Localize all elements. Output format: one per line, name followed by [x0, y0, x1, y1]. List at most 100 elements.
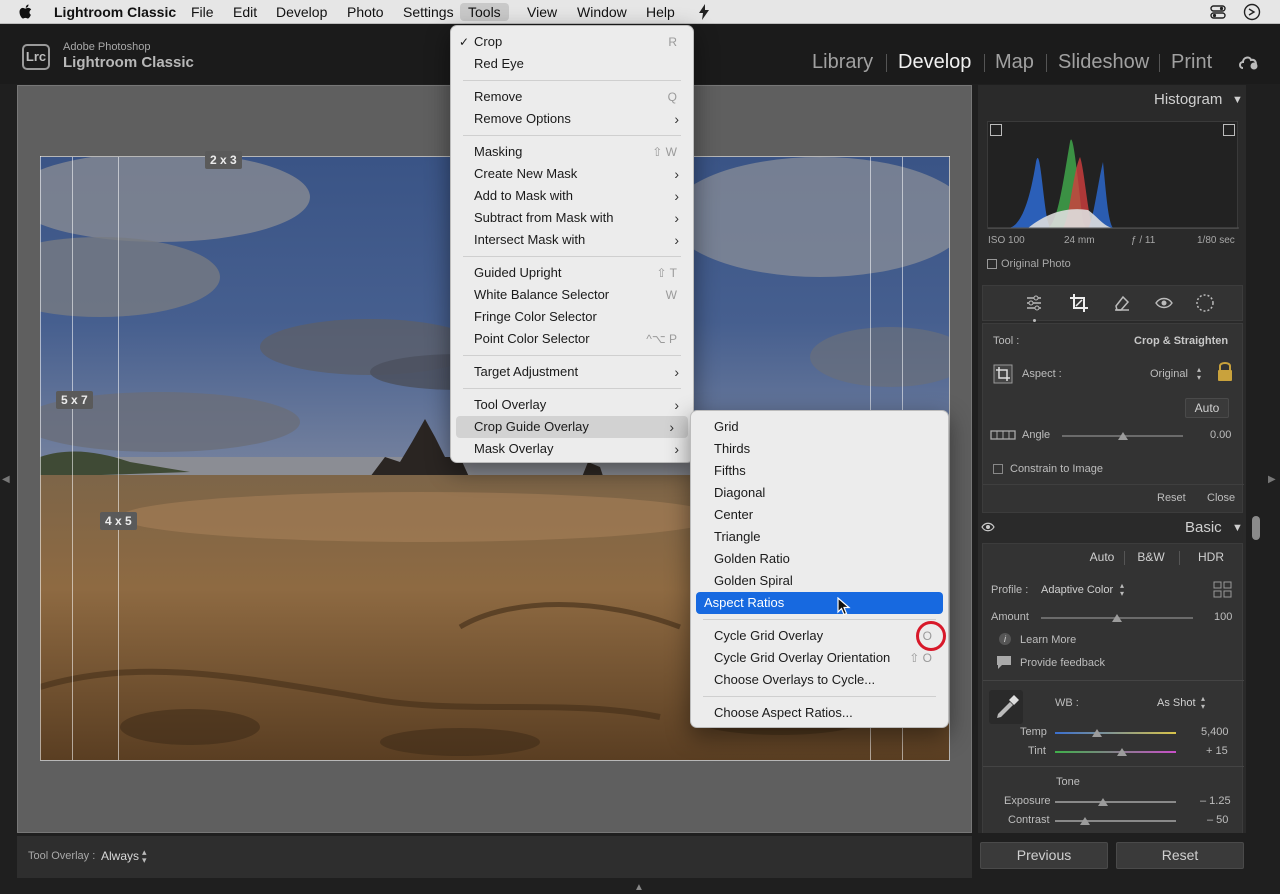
profile-stepper-icon[interactable]: ▴ ▾ — [1120, 582, 1124, 598]
histogram-title[interactable]: Histogram — [1154, 91, 1222, 108]
menu-item-grid[interactable]: Grid — [691, 416, 948, 438]
menu-item-mask-overlay[interactable]: Mask Overlay › — [451, 438, 693, 460]
menu-item-intersect-mask-with[interactable]: Intersect Mask with › — [451, 229, 693, 251]
temp-value[interactable]: 5,400 — [1201, 726, 1229, 738]
menu-item-fringe-color-selector[interactable]: Fringe Color Selector — [451, 306, 693, 328]
angle-slider-thumb[interactable] — [1117, 432, 1128, 440]
menu-item-guided-upright[interactable]: Guided Upright ⇧ T — [451, 262, 693, 284]
wb-stepper-icon[interactable]: ▴ ▾ — [1201, 695, 1205, 711]
menu-item-cycle-grid-overlay[interactable]: Cycle Grid Overlay O — [691, 625, 948, 647]
exposure-slider-thumb[interactable] — [1098, 798, 1109, 806]
crop-frame-bottom[interactable] — [40, 760, 950, 761]
menu-item-masking[interactable]: Masking ⇧ W — [451, 141, 693, 163]
previous-button[interactable]: Previous — [980, 842, 1108, 869]
menu-edit[interactable]: Edit — [227, 3, 263, 21]
tint-slider-track[interactable] — [1055, 751, 1176, 753]
menu-item-aspect-ratios[interactable]: Aspect Ratios — [696, 592, 943, 614]
module-map[interactable]: Map — [995, 51, 1034, 74]
exposure-slider-track[interactable] — [1055, 801, 1176, 803]
menu-item-diagonal[interactable]: Diagonal — [691, 482, 948, 504]
panel-visibility-eye-icon[interactable] — [981, 521, 995, 533]
profile-select[interactable]: Adaptive Color — [1041, 584, 1113, 596]
edit-sliders-icon[interactable] — [1025, 294, 1043, 312]
menu-item-add-to-mask-with[interactable]: Add to Mask with › — [451, 185, 693, 207]
basic-auto-button[interactable]: Auto — [1085, 548, 1119, 568]
shadow-clipping-toggle-icon[interactable] — [990, 124, 1002, 136]
menu-item-remove[interactable]: Remove Q — [451, 86, 693, 108]
menu-item-white-balance-selector[interactable]: White Balance Selector W — [451, 284, 693, 306]
collapse-triangle-icon[interactable]: ▼ — [1232, 522, 1243, 534]
remove-tool-icon[interactable] — [1113, 294, 1131, 312]
menu-item-crop[interactable]: Crop ✓ R — [451, 31, 693, 53]
crop-tool-icon[interactable] — [1069, 293, 1089, 313]
tint-slider-thumb[interactable] — [1116, 748, 1127, 756]
menu-item-golden-ratio[interactable]: Golden Ratio — [691, 548, 948, 570]
exposure-value[interactable]: – 1.25 — [1200, 795, 1231, 807]
highlight-clipping-toggle-icon[interactable] — [1223, 124, 1235, 136]
crop-frame-tool-icon[interactable] — [993, 364, 1013, 384]
angle-value[interactable]: 0.00 — [1210, 429, 1231, 441]
histogram-chart[interactable] — [987, 121, 1239, 229]
menu-item-target-adjustment[interactable]: Target Adjustment › — [451, 361, 693, 383]
menu-item-choose-aspect-ratios[interactable]: Choose Aspect Ratios... — [691, 702, 948, 724]
menu-item-choose-overlays-to-cycle[interactable]: Choose Overlays to Cycle... — [691, 669, 948, 691]
crop-reset-button[interactable]: Reset — [1157, 492, 1186, 504]
module-print[interactable]: Print — [1171, 51, 1212, 74]
contrast-slider-thumb[interactable] — [1080, 817, 1091, 825]
contrast-value[interactable]: – 50 — [1207, 814, 1228, 826]
right-panel-toggle-icon[interactable]: ▶ — [1268, 474, 1276, 485]
apple-icon[interactable] — [18, 3, 34, 21]
profile-browser-icon[interactable] — [1213, 581, 1233, 599]
menu-item-golden-spiral[interactable]: Golden Spiral — [691, 570, 948, 592]
menu-file[interactable]: File — [185, 3, 220, 21]
left-panel-toggle-icon[interactable]: ◀ — [2, 474, 10, 485]
module-library[interactable]: Library — [812, 51, 873, 74]
menu-develop[interactable]: Develop — [270, 3, 333, 21]
constrain-checkbox[interactable] — [993, 464, 1003, 474]
menu-item-crop-guide-overlay[interactable]: Crop Guide Overlay › — [456, 416, 688, 438]
bolt-icon[interactable] — [697, 4, 711, 20]
wb-eyedropper-icon[interactable] — [989, 690, 1023, 724]
menu-item-center[interactable]: Center — [691, 504, 948, 526]
reset-button[interactable]: Reset — [1116, 842, 1244, 869]
menu-view[interactable]: View — [521, 3, 563, 21]
menu-item-cycle-grid-overlay-orientation[interactable]: Cycle Grid Overlay Orientation ⇧ O — [691, 647, 948, 669]
original-photo-checkbox[interactable] — [987, 259, 997, 269]
menu-settings[interactable]: Settings — [397, 3, 460, 21]
menu-item-point-color-selector[interactable]: Point Color Selector ^⌥ P — [451, 328, 693, 350]
aspect-stepper-icon[interactable]: ▴ ▾ — [1197, 366, 1201, 382]
bw-button[interactable]: B&W — [1131, 548, 1171, 568]
straighten-level-icon[interactable] — [989, 426, 1017, 444]
temp-slider-thumb[interactable] — [1092, 729, 1103, 737]
hdr-button[interactable]: HDR — [1193, 548, 1229, 568]
module-slideshow[interactable]: Slideshow — [1058, 51, 1149, 74]
menu-item-remove-options[interactable]: Remove Options › — [451, 108, 693, 130]
menu-app-name[interactable]: Lightroom Classic — [48, 3, 182, 21]
menu-help[interactable]: Help — [640, 3, 681, 21]
siri-icon[interactable] — [1243, 3, 1261, 21]
filmstrip-toggle-icon[interactable]: ▲ — [634, 882, 644, 893]
cloud-sync-icon[interactable] — [1238, 54, 1260, 70]
aspect-lock-icon[interactable] — [1216, 360, 1234, 382]
red-eye-icon[interactable] — [1155, 294, 1173, 312]
control-center-icon[interactable] — [1210, 5, 1226, 19]
provide-feedback-link[interactable]: Provide feedback — [1020, 657, 1105, 669]
panel-scrollbar-thumb[interactable] — [1252, 516, 1260, 540]
tool-overlay-select[interactable]: Always — [101, 849, 139, 863]
menu-item-create-new-mask[interactable]: Create New Mask › — [451, 163, 693, 185]
contrast-slider-track[interactable] — [1055, 820, 1176, 822]
menu-item-tool-overlay[interactable]: Tool Overlay › — [451, 394, 693, 416]
stepper-icon[interactable]: ▴ ▾ — [142, 848, 147, 865]
menu-window[interactable]: Window — [571, 3, 633, 21]
menu-item-fifths[interactable]: Fifths — [691, 460, 948, 482]
crop-frame-right[interactable] — [949, 156, 950, 760]
crop-auto-button[interactable]: Auto — [1185, 398, 1229, 418]
crop-close-button[interactable]: Close — [1207, 492, 1235, 504]
learn-more-link[interactable]: Learn More — [1020, 634, 1076, 646]
menu-item-thirds[interactable]: Thirds — [691, 438, 948, 460]
menu-item-triangle[interactable]: Triangle — [691, 526, 948, 548]
feedback-chat-icon[interactable] — [995, 654, 1013, 670]
amount-value[interactable]: 100 — [1214, 611, 1232, 623]
amount-slider-thumb[interactable] — [1112, 614, 1122, 622]
menu-item-subtract-from-mask-with[interactable]: Subtract from Mask with › — [451, 207, 693, 229]
